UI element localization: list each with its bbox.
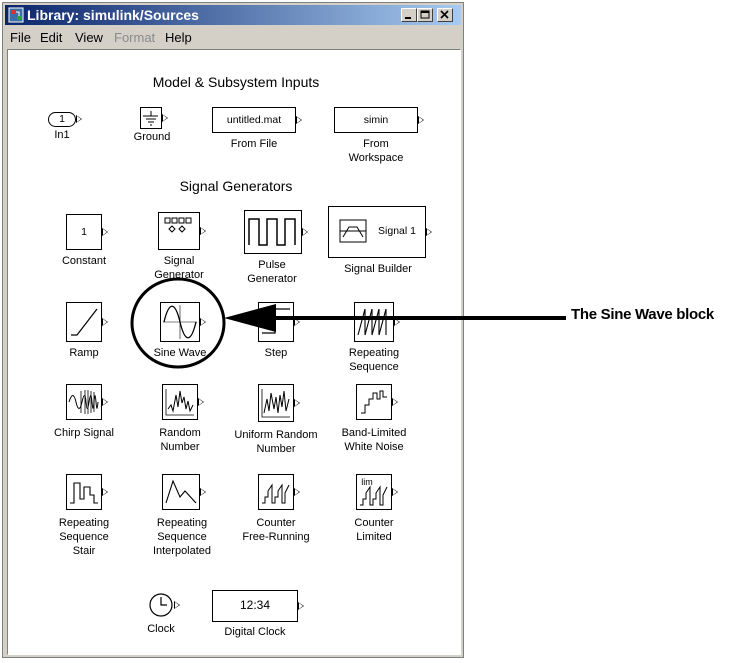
callout-label: The Sine Wave block bbox=[571, 306, 714, 323]
highlight-circle bbox=[130, 277, 226, 369]
annotation-overlay bbox=[130, 277, 566, 369]
callout-arrowhead-icon bbox=[224, 304, 276, 332]
